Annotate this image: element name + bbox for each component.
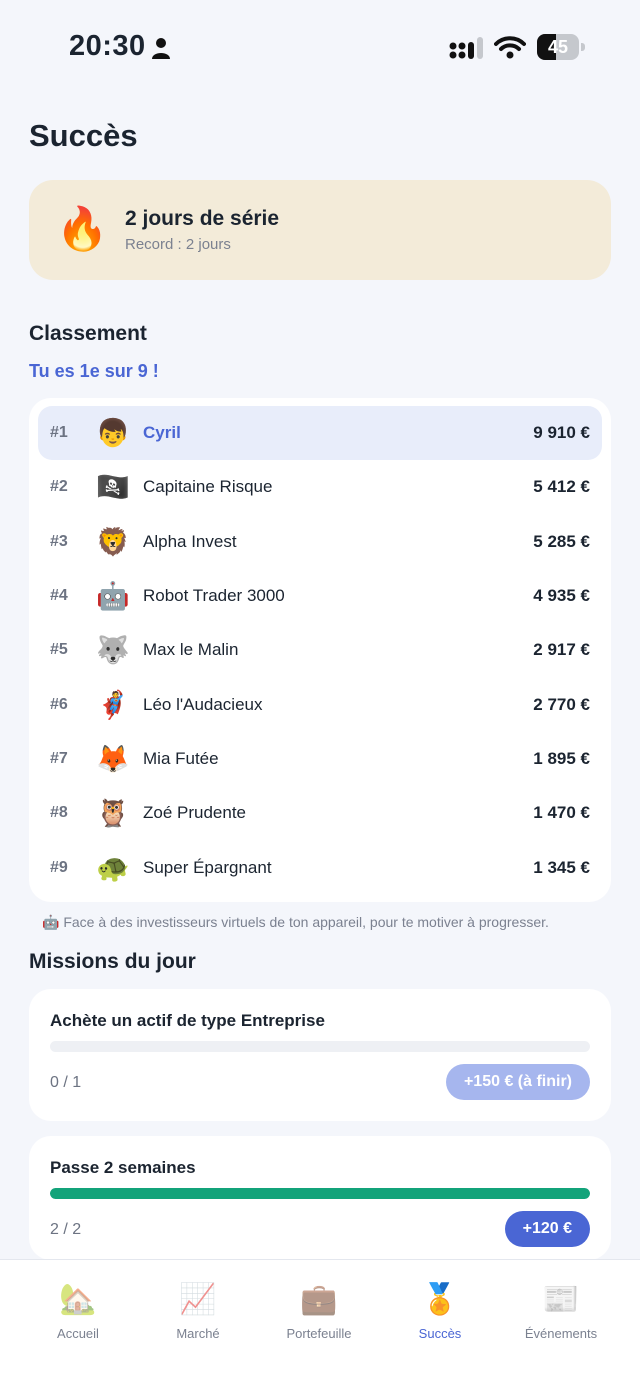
avatar: 🦁	[96, 527, 130, 557]
status-bar: 20:30 45	[0, 0, 640, 95]
streak-record: Record : 2 jours	[125, 236, 231, 253]
battery-percent: 45	[547, 37, 569, 57]
mission-card: Passe 2 semaines 2 / 2 +120 €	[29, 1136, 611, 1260]
rank-label: #4	[50, 587, 68, 604]
page-title: Succès	[29, 118, 138, 153]
mission-progress-bar	[50, 1188, 590, 1199]
medal-icon: 🏅	[421, 1283, 459, 1316]
avatar: 🏴‍☠️	[96, 472, 130, 502]
mission-count: 0 / 1	[50, 1074, 82, 1091]
mission-count: 2 / 2	[50, 1221, 82, 1238]
missions-title: Missions du jour	[29, 950, 196, 973]
leaderboard-row[interactable]: #6 🦸 Léo l'Audacieux 2 770 €	[38, 678, 602, 732]
flame-icon: 🔥	[56, 205, 109, 252]
mission-reward-button[interactable]: +150 € (à finir)	[445, 1064, 590, 1100]
avatar: 🐺	[96, 635, 130, 665]
player-value: 1 895 €	[533, 749, 590, 768]
player-value: 5 412 €	[533, 477, 590, 496]
mission-progress-fill	[50, 1188, 590, 1199]
briefcase-icon: 💼	[300, 1283, 338, 1316]
mission-title: Achète un actif de type Entreprise	[50, 1011, 325, 1030]
player-name: Alpha Invest	[143, 532, 237, 551]
streak-card: 🔥 2 jours de série Record : 2 jours	[29, 180, 611, 280]
tab-label: Accueil	[57, 1326, 99, 1341]
rank-label: #9	[50, 859, 68, 876]
mission-claim-button[interactable]: +120 €	[504, 1211, 590, 1247]
leaderboard-note: 🤖 Face à des investisseurs virtuels de t…	[42, 914, 549, 930]
tab-label: Événements	[524, 1326, 598, 1341]
avatar: 👦	[96, 418, 130, 448]
player-value: 2 770 €	[533, 695, 590, 714]
cellular-signal-icon	[449, 37, 483, 59]
leaderboard-title: Classement	[29, 322, 147, 345]
leaderboard-row[interactable]: #5 🐺 Max le Malin 2 917 €	[38, 623, 602, 677]
streak-title: 2 jours de série	[125, 207, 280, 230]
tab-succes[interactable]: 🏅 Succès	[376, 1260, 504, 1360]
rank-label: #2	[50, 478, 68, 495]
chart-icon: 📈	[179, 1283, 217, 1316]
tab-label: Succès	[418, 1326, 462, 1341]
avatar: 🐢	[96, 853, 130, 883]
person-icon	[152, 38, 170, 59]
house-icon: 🏡	[59, 1283, 97, 1316]
mission-card: Achète un actif de type Entreprise 0 / 1…	[29, 989, 611, 1121]
rank-label: #6	[50, 696, 68, 713]
leaderboard-row[interactable]: #8 🦉 Zoé Prudente 1 470 €	[38, 786, 602, 840]
player-name: Cyril	[143, 423, 181, 442]
rank-label: #5	[50, 641, 68, 658]
wifi-icon	[494, 36, 526, 59]
player-value: 5 285 €	[533, 532, 590, 551]
rank-label: #1	[50, 424, 68, 441]
tab-accueil[interactable]: 🏡 Accueil	[14, 1260, 142, 1360]
avatar: 🦸	[96, 690, 130, 720]
leaderboard-row[interactable]: #9 🐢 Super Épargnant 1 345 €	[38, 841, 602, 895]
player-value: 1 345 €	[533, 858, 590, 877]
avatar: 🤖	[96, 581, 130, 611]
leaderboard-subtitle: Tu es 1e sur 9 !	[29, 361, 159, 381]
avatar: 🦉	[96, 798, 130, 828]
rank-label: #3	[50, 533, 68, 550]
rank-label: #8	[50, 804, 68, 821]
tab-bar: 🏡 Accueil 📈 Marché 💼 Portefeuille 🏅 Succ…	[0, 1259, 640, 1390]
leaderboard-row-me[interactable]: #1 👦 Cyril 9 910 €	[38, 406, 602, 460]
rank-label: #7	[50, 750, 68, 767]
avatar: 🦊	[96, 744, 130, 774]
leaderboard-row[interactable]: #2 🏴‍☠️ Capitaine Risque 5 412 €	[38, 460, 602, 514]
player-name: Max le Malin	[143, 640, 239, 659]
player-value: 4 935 €	[533, 586, 590, 605]
leaderboard-card: #1 👦 Cyril 9 910 € #2 🏴‍☠️ Capitaine Ris…	[29, 398, 611, 902]
battery-icon: 45	[537, 34, 585, 60]
tab-label: Portefeuille	[286, 1326, 352, 1341]
player-value: 9 910 €	[533, 423, 590, 442]
player-name: Zoé Prudente	[143, 803, 247, 822]
newspaper-icon: 📰	[542, 1283, 580, 1316]
tab-portefeuille[interactable]: 💼 Portefeuille	[255, 1260, 383, 1360]
leaderboard-row[interactable]: #4 🤖 Robot Trader 3000 4 935 €	[38, 569, 602, 623]
leaderboard-row[interactable]: #3 🦁 Alpha Invest 5 285 €	[38, 515, 602, 569]
player-name: Super Épargnant	[143, 858, 272, 877]
status-time: 20:30	[69, 30, 146, 62]
mission-progress-bar	[50, 1041, 590, 1052]
mission-title: Passe 2 semaines	[50, 1158, 196, 1177]
player-value: 2 917 €	[533, 640, 590, 659]
tab-marche[interactable]: 📈 Marché	[134, 1260, 262, 1360]
tab-label: Marché	[176, 1326, 220, 1341]
leaderboard-row[interactable]: #7 🦊 Mia Futée 1 895 €	[38, 732, 602, 786]
player-name: Léo l'Audacieux	[143, 695, 263, 714]
tab-evenements[interactable]: 📰 Événements	[497, 1260, 625, 1360]
player-name: Capitaine Risque	[143, 477, 273, 496]
player-value: 1 470 €	[533, 803, 590, 822]
player-name: Mia Futée	[143, 749, 219, 768]
player-name: Robot Trader 3000	[143, 586, 285, 605]
